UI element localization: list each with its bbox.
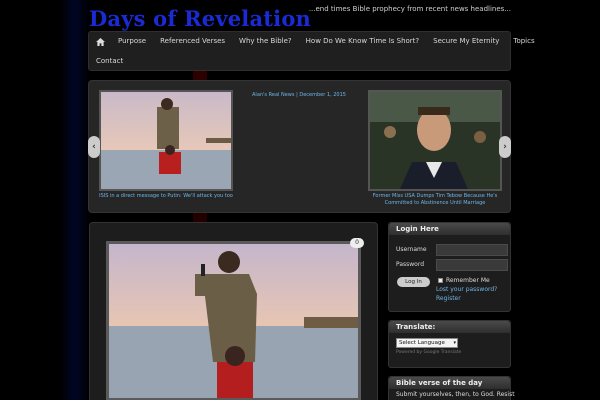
language-select[interactable]: Select Language ▾	[396, 338, 458, 348]
main-navigation: Purpose Referenced Verses Why the Bible?…	[88, 31, 535, 71]
translate-widget: Translate: Select Language ▾ Powered by …	[388, 320, 511, 368]
slider-next-button[interactable]: ›	[499, 136, 511, 158]
slide-image-left[interactable]	[99, 90, 233, 191]
verse-widget-heading: Bible verse of the day	[389, 377, 510, 389]
username-input[interactable]	[436, 244, 508, 256]
login-widget-heading: Login Here	[389, 223, 510, 235]
nav-item-topics[interactable]: Topics	[506, 32, 541, 51]
nav-row: Contact	[89, 52, 130, 71]
site-tagline: ...end times Bible prophecy from recent …	[308, 5, 511, 13]
username-label: Username	[396, 246, 427, 253]
lost-password-link[interactable]: Lost your password?	[436, 286, 497, 293]
password-input[interactable]	[436, 259, 508, 271]
nav-row: Purpose Referenced Verses Why the Bible?…	[89, 32, 542, 51]
register-link[interactable]: Register	[436, 295, 461, 302]
nav-item-referenced-verses[interactable]: Referenced Verses	[153, 32, 232, 51]
post-card: 0	[89, 222, 378, 400]
slide-image-right[interactable]	[368, 90, 502, 191]
chevron-left-icon: ‹	[92, 142, 96, 152]
chevron-down-icon: ▾	[453, 340, 456, 346]
language-select-value: Select Language	[399, 340, 445, 346]
home-icon[interactable]	[89, 37, 111, 46]
site-title[interactable]: Days of Revelation	[89, 6, 311, 31]
login-button[interactable]: Log In	[397, 277, 430, 287]
slide-meta[interactable]: Alan's Real News | December 1, 2015	[244, 92, 354, 99]
nav-item-why-the-bible[interactable]: Why the Bible?	[232, 32, 299, 51]
comment-count-badge[interactable]: 0	[350, 238, 364, 248]
slide-caption-right[interactable]: Former Miss USA Dumps Tim Tebow Because …	[368, 193, 502, 207]
verse-widget: Bible verse of the day Submit yourselves…	[388, 376, 515, 400]
verse-text: Submit yourselves, then, to God. Resist	[396, 391, 515, 398]
nav-item-purpose[interactable]: Purpose	[111, 32, 153, 51]
login-widget: Login Here Username Password Log In Reme…	[388, 222, 511, 312]
featured-slider: ISIS in a direct message to Putin: We'll…	[88, 80, 511, 213]
powered-by-google[interactable]: Powered by Google Translate	[396, 350, 461, 355]
password-label: Password	[396, 261, 425, 268]
slide-caption-left[interactable]: ISIS in a direct message to Putin: We'll…	[99, 193, 233, 200]
nav-item-contact[interactable]: Contact	[89, 52, 130, 71]
post-featured-image[interactable]	[106, 241, 361, 400]
remember-me-checkbox[interactable]	[438, 278, 443, 283]
background-decoration	[60, 0, 90, 400]
remember-me-label: Remember Me	[446, 277, 490, 284]
chevron-right-icon: ›	[503, 142, 507, 152]
nav-item-time-is-short[interactable]: How Do We Know Time Is Short?	[299, 32, 427, 51]
translate-widget-heading: Translate:	[389, 321, 510, 333]
slider-prev-button[interactable]: ‹	[88, 136, 100, 158]
nav-item-secure-my-eternity[interactable]: Secure My Eternity	[426, 32, 506, 51]
